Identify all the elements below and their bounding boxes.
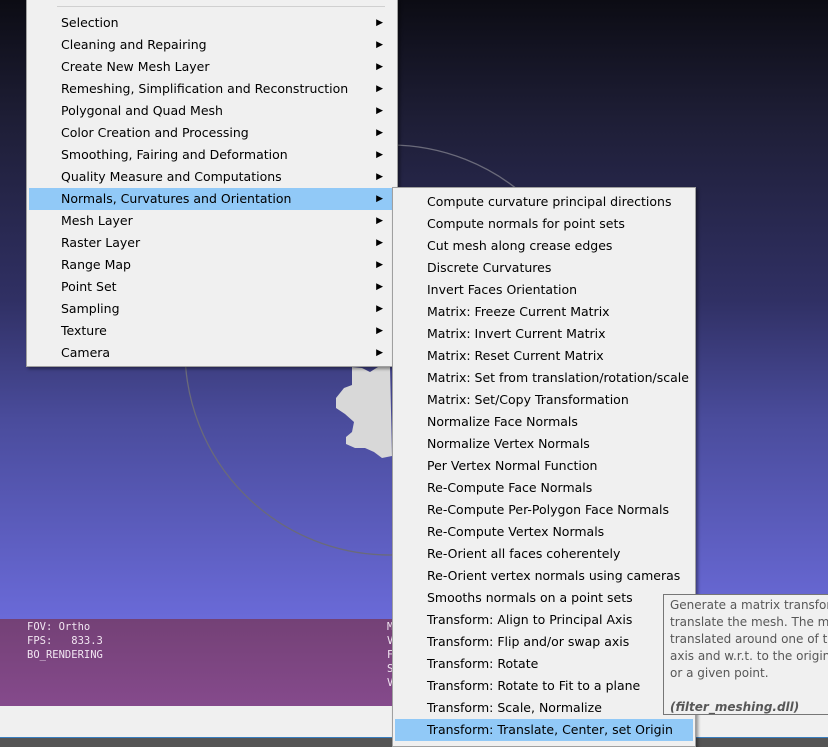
submenu-item-per-vertex-normal-function[interactable]: Per Vertex Normal Function (395, 455, 693, 477)
submenu-item-normalize-face-normals[interactable]: Normalize Face Normals (395, 411, 693, 433)
menu-item-label: Range Map (61, 257, 131, 272)
menu-item-label: Remeshing, Simplification and Reconstruc… (61, 81, 349, 96)
normals-submenu: Compute curvature principal directions Co… (392, 187, 696, 747)
submenu-item-matrix-invert-current-matrix[interactable]: Matrix: Invert Current Matrix (395, 323, 693, 345)
menu-item-point-set[interactable]: Point Set ▶ (29, 276, 395, 298)
menu-item-polygonal-and-quad-mesh[interactable]: Polygonal and Quad Mesh ▶ (29, 100, 395, 122)
menu-separator (57, 6, 385, 7)
tooltip-plugin-name: (filter_meshing.dll) (670, 700, 800, 714)
submenu-item-re-orient-all-faces-coherentely[interactable]: Re-Orient all faces coherentely (395, 543, 693, 565)
submenu-item-compute-curvature-principal-directions[interactable]: Compute curvature principal directions (395, 191, 693, 213)
tooltip-line: or a given point. (670, 666, 769, 680)
menu-item-quality-measure-and-computations[interactable]: Quality Measure and Computations ▶ (29, 166, 395, 188)
submenu-item-compute-normals-for-point-sets[interactable]: Compute normals for point sets (395, 213, 693, 235)
submenu-arrow-icon: ▶ (376, 326, 383, 336)
menu-item-normals-curvatures-and-orientation[interactable]: Normals, Curvatures and Orientation ▶ (29, 188, 395, 210)
menu-item-smoothing-fairing-and-deformation[interactable]: Smoothing, Fairing and Deformation ▶ (29, 144, 395, 166)
tooltip-line: axis and w.r.t. to the origin (670, 649, 828, 663)
menu-item-cleaning-and-repairing[interactable]: Cleaning and Repairing ▶ (29, 34, 395, 56)
submenu-item-transform-rotate[interactable]: Transform: Rotate (395, 653, 693, 675)
menu-item-sampling[interactable]: Sampling ▶ (29, 298, 395, 320)
fov-text: FOV: Ortho (27, 621, 91, 633)
submenu-arrow-icon: ▶ (376, 282, 383, 292)
tooltip-line: translated around one of th (670, 632, 828, 646)
submenu-item-transform-scale-normalize[interactable]: Transform: Scale, Normalize (395, 697, 693, 719)
menu-item-label: Texture (61, 323, 107, 338)
menu-item-label: Create New Mesh Layer (61, 59, 210, 74)
submenu-item-normalize-vertex-normals[interactable]: Normalize Vertex Normals (395, 433, 693, 455)
submenu-item-matrix-reset-current-matrix[interactable]: Matrix: Reset Current Matrix (395, 345, 693, 367)
menu-item-label: Polygonal and Quad Mesh (61, 103, 223, 118)
submenu-arrow-icon: ▶ (376, 128, 383, 138)
menu-item-create-new-mesh-layer[interactable]: Create New Mesh Layer ▶ (29, 56, 395, 78)
submenu-item-transform-flip-and-or-swap-axis[interactable]: Transform: Flip and/or swap axis (395, 631, 693, 653)
submenu-arrow-icon: ▶ (376, 106, 383, 116)
menu-item-label: Quality Measure and Computations (61, 169, 282, 184)
submenu-arrow-icon: ▶ (376, 18, 383, 28)
submenu-arrow-icon: ▶ (376, 84, 383, 94)
submenu-item-invert-faces-orientation[interactable]: Invert Faces Orientation (395, 279, 693, 301)
submenu-item-cut-mesh-along-crease-edges[interactable]: Cut mesh along crease edges (395, 235, 693, 257)
submenu-arrow-icon: ▶ (376, 304, 383, 314)
submenu-item-discrete-curvatures[interactable]: Discrete Curvatures (395, 257, 693, 279)
submenu-item-re-orient-vertex-normals-using-cameras[interactable]: Re-Orient vertex normals using cameras (395, 565, 693, 587)
menu-item-remeshing-simplification-and-reconstruction[interactable]: Remeshing, Simplification and Reconstruc… (29, 78, 395, 100)
menu-item-label: Smoothing, Fairing and Deformation (61, 147, 288, 162)
menu-item-label: Raster Layer (61, 235, 141, 250)
submenu-item-transform-translate-center-set-origin[interactable]: Transform: Translate, Center, set Origin (395, 719, 693, 741)
submenu-item-transform-rotate-to-fit-to-a-plane[interactable]: Transform: Rotate to Fit to a plane (395, 675, 693, 697)
submenu-item-re-compute-face-normals[interactable]: Re-Compute Face Normals (395, 477, 693, 499)
submenu-arrow-icon: ▶ (376, 194, 383, 204)
submenu-item-re-compute-per-polygon-face-normals[interactable]: Re-Compute Per-Polygon Face Normals (395, 499, 693, 521)
menu-item-raster-layer[interactable]: Raster Layer ▶ (29, 232, 395, 254)
menu-item-label: Selection (61, 15, 119, 30)
menu-item-label: Point Set (61, 279, 117, 294)
tooltip-line: Generate a matrix transform (670, 598, 828, 612)
submenu-arrow-icon: ▶ (376, 238, 383, 248)
submenu-item-matrix-freeze-current-matrix[interactable]: Matrix: Freeze Current Matrix (395, 301, 693, 323)
menu-item-texture[interactable]: Texture ▶ (29, 320, 395, 342)
menu-item-color-creation-and-processing[interactable]: Color Creation and Processing ▶ (29, 122, 395, 144)
menu-item-label: Cleaning and Repairing (61, 37, 207, 52)
menu-item-label: Camera (61, 345, 111, 360)
submenu-item-transform-align-to-principal-axis[interactable]: Transform: Align to Principal Axis (395, 609, 693, 631)
submenu-arrow-icon: ▶ (376, 62, 383, 72)
submenu-arrow-icon: ▶ (376, 216, 383, 226)
menu-item-label: Sampling (61, 301, 120, 316)
submenu-arrow-icon: ▶ (376, 348, 383, 358)
mesh-model (336, 366, 392, 458)
menu-item-label: Normals, Curvatures and Orientation (61, 191, 292, 206)
filter-tooltip: Generate a matrix transform translate the… (663, 594, 828, 715)
submenu-arrow-icon: ▶ (376, 40, 383, 50)
filters-menu: Selection ▶ Cleaning and Repairing ▶ Create … (26, 0, 398, 367)
submenu-item-smooths-normals-on-a-point-sets[interactable]: Smooths normals on a point sets (395, 587, 693, 609)
submenu-item-matrix-set-from-translation-rotation-scale[interactable]: Matrix: Set from translation/rotation/sc… (395, 367, 693, 389)
submenu-item-matrix-set-copy-transformation[interactable]: Matrix: Set/Copy Transformation (395, 389, 693, 411)
menu-item-camera[interactable]: Camera ▶ (29, 342, 395, 364)
menu-item-range-map[interactable]: Range Map ▶ (29, 254, 395, 276)
fps-text: FPS: 833.3 (27, 635, 103, 647)
submenu-arrow-icon: ▶ (376, 172, 383, 182)
submenu-item-re-compute-vertex-normals[interactable]: Re-Compute Vertex Normals (395, 521, 693, 543)
rendering-mode-text: BO_RENDERING (27, 649, 103, 661)
menu-item-mesh-layer[interactable]: Mesh Layer ▶ (29, 210, 395, 232)
tooltip-line: translate the mesh. The mes (670, 615, 828, 629)
menu-item-label: Mesh Layer (61, 213, 133, 228)
menu-item-selection[interactable]: Selection ▶ (29, 12, 395, 34)
submenu-arrow-icon: ▶ (376, 260, 383, 270)
menu-item-label: Color Creation and Processing (61, 125, 249, 140)
submenu-arrow-icon: ▶ (376, 150, 383, 160)
